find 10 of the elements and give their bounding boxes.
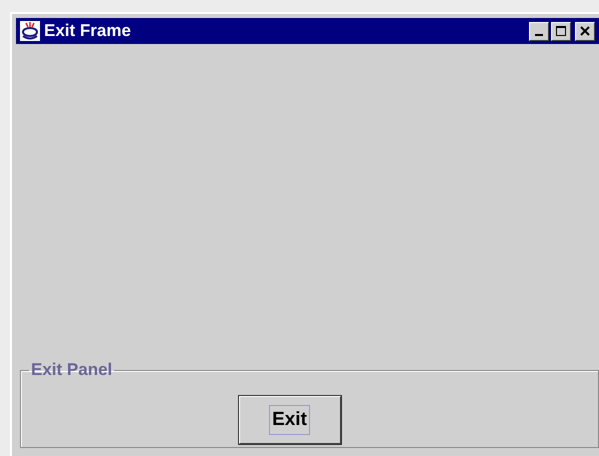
- minimize-button[interactable]: [529, 22, 549, 40]
- window-title: Exit Frame: [44, 21, 131, 41]
- maximize-icon: [556, 26, 566, 36]
- maximize-button[interactable]: [551, 22, 571, 40]
- minimize-icon: [535, 34, 543, 36]
- cup-icon: [20, 21, 40, 41]
- panel-title: Exit Panel: [30, 360, 114, 380]
- close-icon: [580, 26, 590, 36]
- exit-button[interactable]: Exit: [238, 396, 340, 444]
- close-button[interactable]: [575, 22, 595, 40]
